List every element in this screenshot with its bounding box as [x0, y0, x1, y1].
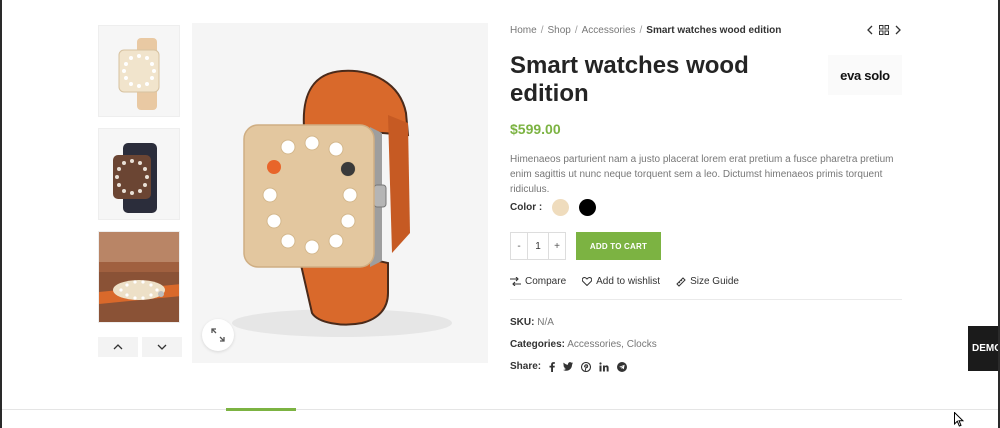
thumbnail-up-button[interactable]	[98, 337, 138, 357]
compare-arrows-icon	[510, 277, 521, 286]
demo-tab[interactable]: DEMO	[968, 326, 998, 371]
main-product-image[interactable]	[192, 23, 488, 363]
thumbnail-gallery	[98, 25, 182, 334]
quantity-stepper: - 1 +	[510, 232, 566, 260]
telegram-icon[interactable]	[617, 361, 628, 372]
tabs-baseline	[2, 409, 998, 410]
facebook-icon[interactable]	[549, 361, 556, 372]
thumbnail-nav	[98, 337, 182, 357]
chevron-down-icon	[157, 344, 167, 350]
category-link-clocks[interactable]: Clocks	[627, 339, 657, 350]
thumbnail-lifestyle-watch[interactable]	[98, 231, 180, 323]
chevron-right-icon	[895, 25, 901, 35]
summary-divider	[510, 299, 902, 300]
quantity-minus-button[interactable]: -	[511, 233, 527, 259]
swatch-beige[interactable]	[552, 199, 570, 216]
breadcrumb-separator: /	[639, 25, 643, 36]
sku-value: N/A	[537, 317, 554, 328]
brand-logo[interactable]: eva solo	[828, 55, 902, 95]
quantity-plus-button[interactable]: +	[549, 233, 565, 259]
linkedin-icon[interactable]	[599, 361, 609, 372]
size-guide-button[interactable]: Size Guide	[676, 276, 739, 287]
wishlist-label: Add to wishlist	[596, 276, 661, 287]
product-title: Smart watches wood edition	[510, 52, 749, 107]
categories-label: Categories:	[510, 339, 566, 350]
back-to-shop-button[interactable]	[879, 25, 889, 35]
breadcrumb-accessories[interactable]: Accessories	[582, 25, 636, 36]
compare-button[interactable]: Compare	[510, 276, 566, 287]
expand-icon	[211, 328, 225, 342]
breadcrumb-home[interactable]: Home	[510, 25, 537, 36]
add-to-wishlist-button[interactable]: Add to wishlist	[582, 276, 660, 287]
add-to-cart-button[interactable]: ADD TO CART	[576, 232, 661, 260]
sku-label: SKU:	[510, 317, 535, 328]
breadcrumb-separator: /	[540, 25, 544, 36]
breadcrumb: Home / Shop / Accessories / Smart watches wood…	[510, 25, 781, 36]
thumbnail-wood-watch[interactable]	[98, 25, 180, 117]
size-guide-label: Size Guide	[690, 276, 739, 287]
product-description: Himenaeos parturient nam a justo placera…	[510, 154, 894, 195]
categories-separator: ,	[621, 339, 624, 350]
thumbnail-down-button[interactable]	[142, 337, 182, 357]
quantity-input[interactable]: 1	[527, 233, 549, 259]
share-label: Share:	[510, 361, 542, 372]
next-product-button[interactable]	[895, 25, 902, 35]
ruler-icon	[676, 276, 686, 287]
product-categories: Categories: Accessories, Clocks	[510, 339, 657, 350]
share-row: Share:	[510, 361, 628, 372]
compare-label: Compare	[525, 276, 567, 287]
product-actions: Compare Add to wishlist Size Guide	[510, 276, 739, 287]
thumbnail-dark-watch[interactable]	[98, 128, 180, 220]
watch-illustration	[232, 69, 452, 337]
twitter-icon[interactable]	[563, 362, 574, 371]
chevron-up-icon	[113, 344, 123, 350]
tab-active-indicator	[226, 408, 296, 411]
breadcrumb-shop[interactable]: Shop	[547, 25, 570, 36]
category-link-accessories[interactable]: Accessories	[567, 339, 621, 350]
zoom-button[interactable]	[202, 319, 234, 351]
mouse-cursor-icon	[954, 411, 965, 428]
window-frame-left	[0, 0, 2, 428]
product-price: $599.00	[510, 121, 561, 137]
add-to-cart-form: - 1 + ADD TO CART	[510, 232, 661, 260]
previous-product-button[interactable]	[866, 25, 873, 35]
product-navigation	[866, 25, 902, 35]
color-label: Color :	[510, 202, 543, 213]
color-selector: Color :	[510, 199, 597, 216]
swatch-black[interactable]	[579, 199, 597, 216]
pinterest-icon[interactable]	[581, 361, 592, 372]
chevron-left-icon	[867, 25, 873, 35]
breadcrumb-current: Smart watches wood edition	[646, 25, 782, 36]
heart-icon	[582, 277, 593, 286]
grid-icon	[879, 25, 889, 35]
breadcrumb-separator: /	[574, 25, 578, 36]
product-sku: SKU: N/A	[510, 317, 554, 328]
